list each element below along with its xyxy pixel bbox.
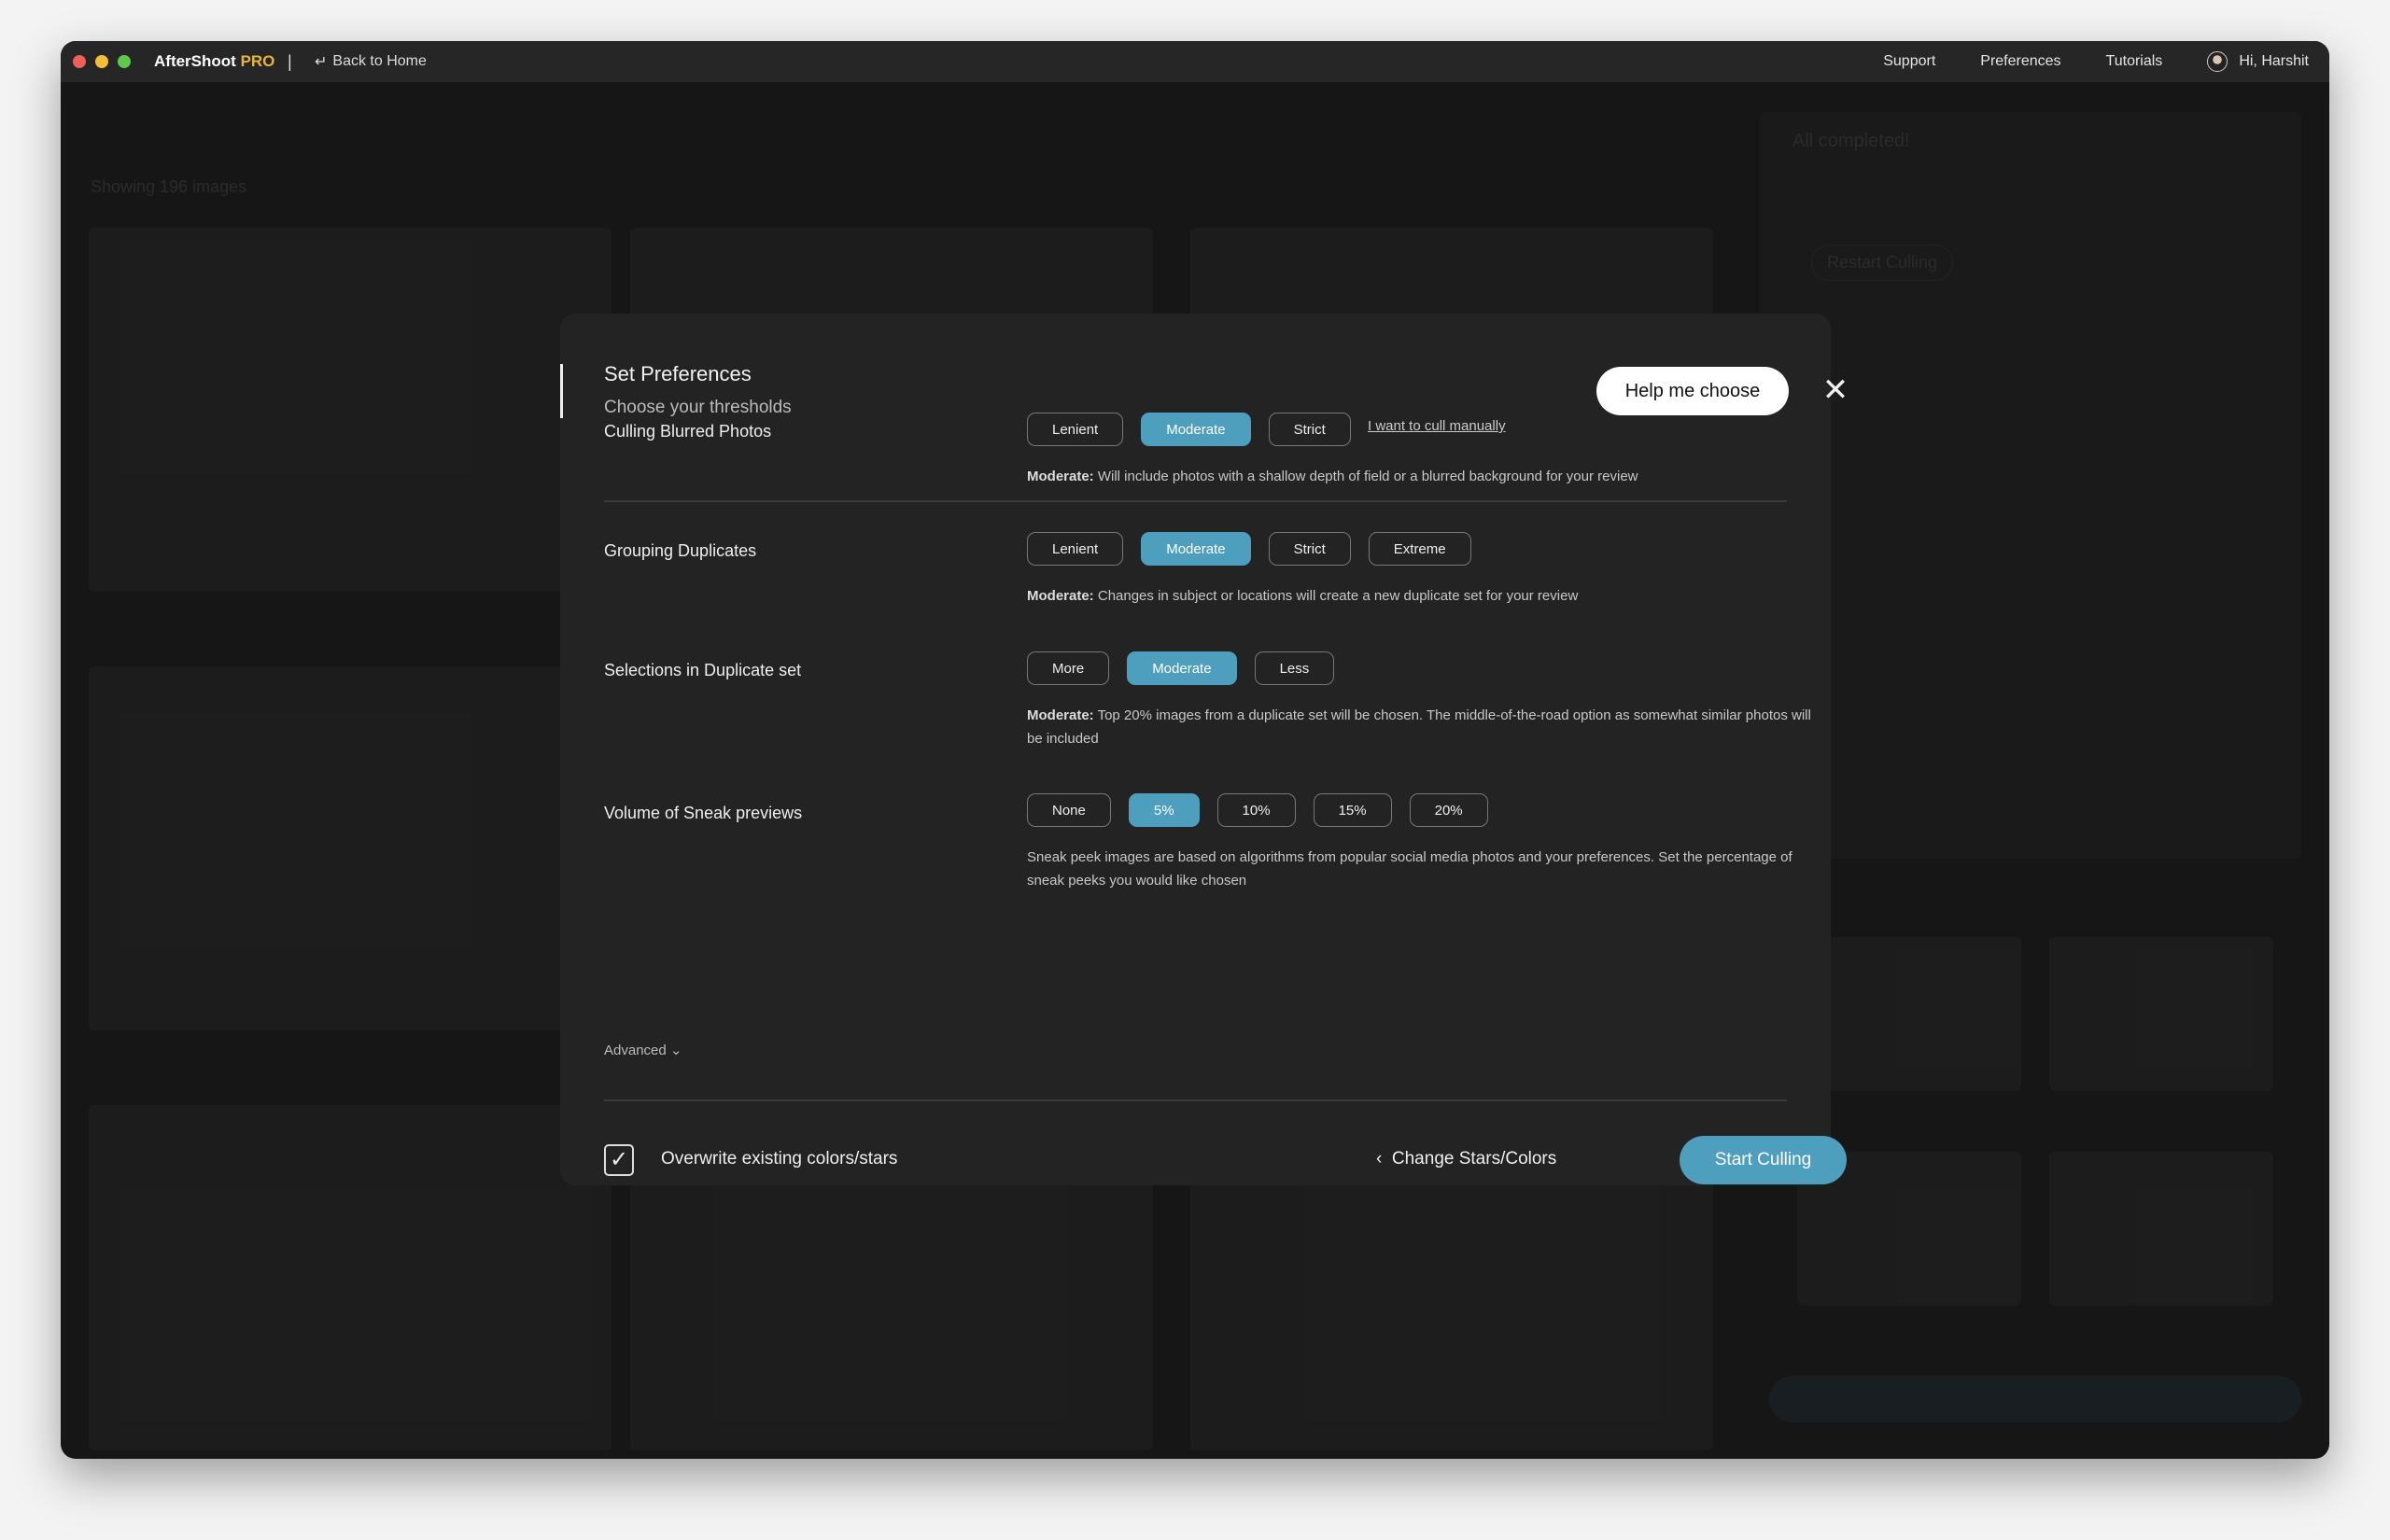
description-emphasis: Moderate: bbox=[1027, 588, 1094, 604]
cull-manually-link[interactable]: I want to cull manually bbox=[1368, 418, 1506, 434]
option-button[interactable]: Extreme bbox=[1368, 532, 1471, 566]
close-icon[interactable]: ✕ bbox=[1817, 371, 1854, 409]
description-text: Will include photos with a shallow depth… bbox=[1093, 469, 1638, 484]
option-button[interactable]: Less bbox=[1254, 651, 1335, 685]
help-me-choose-button[interactable]: Help me choose bbox=[1596, 367, 1789, 415]
maximize-window-button[interactable] bbox=[118, 55, 131, 68]
nav-tutorials[interactable]: Tutorials bbox=[2106, 53, 2163, 70]
setting-description: Sneak peek images are based on algorithm… bbox=[1027, 846, 1830, 892]
app-logo: AfterShoot PRO bbox=[154, 52, 275, 70]
option-button[interactable]: Strict bbox=[1268, 413, 1351, 446]
option-button[interactable]: Lenient bbox=[1027, 532, 1124, 566]
divider bbox=[604, 500, 1787, 502]
option-button[interactable]: 5% bbox=[1128, 793, 1200, 827]
option-group: Lenient Moderate Strict bbox=[1027, 413, 1351, 446]
option-button[interactable]: Moderate bbox=[1141, 532, 1251, 566]
change-stars-colors-button[interactable]: ‹ Change Stars/Colors bbox=[1376, 1149, 1556, 1169]
option-button[interactable]: Lenient bbox=[1027, 413, 1124, 446]
overwrite-label: Overwrite existing colors/stars bbox=[661, 1149, 898, 1169]
option-group: More Moderate Less bbox=[1027, 651, 1335, 685]
close-window-button[interactable] bbox=[73, 55, 86, 68]
divider bbox=[604, 1099, 1787, 1101]
app-window: AfterShoot PRO | ↵ Back to Home Support P… bbox=[61, 41, 2329, 1459]
advanced-toggle[interactable]: Advanced ⌄ bbox=[604, 1042, 682, 1058]
description-emphasis: Moderate: bbox=[1027, 469, 1094, 484]
dialog-subtitle: Choose your thresholds bbox=[604, 398, 792, 417]
option-button[interactable]: None bbox=[1027, 793, 1111, 827]
chevron-down-icon: ⌄ bbox=[669, 1043, 682, 1058]
description-text: Top 20% images from a duplicate set will… bbox=[1027, 707, 1811, 747]
setting-label: Grouping Duplicates bbox=[604, 541, 757, 560]
dialog-title: Set Preferences bbox=[604, 362, 752, 385]
title-accent-bar bbox=[560, 364, 563, 418]
chevron-left-icon: ‹ bbox=[1376, 1149, 1383, 1169]
return-arrow-icon: ↵ bbox=[315, 54, 328, 70]
overwrite-checkbox[interactable]: ✓ bbox=[604, 1144, 634, 1176]
setting-description: Moderate: Changes in subject or location… bbox=[1027, 584, 1830, 608]
nav-preferences[interactable]: Preferences bbox=[1980, 53, 2060, 70]
description-text: Sneak peek images are based on algorithm… bbox=[1027, 849, 1792, 889]
set-preferences-dialog: Set Preferences Choose your thresholds I… bbox=[560, 314, 1849, 1185]
setting-label: Volume of Sneak previews bbox=[604, 804, 803, 822]
setting-label: Selections in Duplicate set bbox=[604, 661, 802, 679]
setting-description: Moderate: Top 20% images from a duplicat… bbox=[1027, 704, 1830, 750]
title-bar: AfterShoot PRO | ↵ Back to Home Support P… bbox=[61, 41, 2329, 82]
description-text: Changes in subject or locations will cre… bbox=[1093, 588, 1579, 604]
title-separator: | bbox=[288, 51, 292, 71]
user-menu[interactable]: Hi, Harshit bbox=[2207, 51, 2309, 72]
option-button[interactable]: Moderate bbox=[1141, 413, 1251, 446]
minimize-window-button[interactable] bbox=[95, 55, 108, 68]
option-group: None 5% 10% 15% 20% bbox=[1027, 793, 1488, 827]
description-emphasis: Moderate: bbox=[1027, 707, 1094, 723]
checkmark-icon: ✓ bbox=[609, 1147, 629, 1172]
start-culling-button[interactable]: Start Culling bbox=[1680, 1136, 1847, 1184]
option-button[interactable]: 10% bbox=[1216, 793, 1296, 827]
avatar bbox=[2207, 51, 2228, 72]
setting-label: Culling Blurred Photos bbox=[604, 422, 772, 441]
option-button[interactable]: Moderate bbox=[1127, 651, 1237, 685]
option-button[interactable]: 20% bbox=[1409, 793, 1488, 827]
option-button[interactable]: More bbox=[1027, 651, 1110, 685]
back-to-home-link[interactable]: ↵ Back to Home bbox=[315, 52, 427, 71]
option-button[interactable]: 15% bbox=[1313, 793, 1392, 827]
option-group: Lenient Moderate Strict Extreme bbox=[1027, 532, 1471, 566]
option-button[interactable]: Strict bbox=[1268, 532, 1351, 566]
setting-description: Moderate: Will include photos with a sha… bbox=[1027, 465, 1830, 488]
nav-support[interactable]: Support bbox=[1883, 53, 1935, 70]
